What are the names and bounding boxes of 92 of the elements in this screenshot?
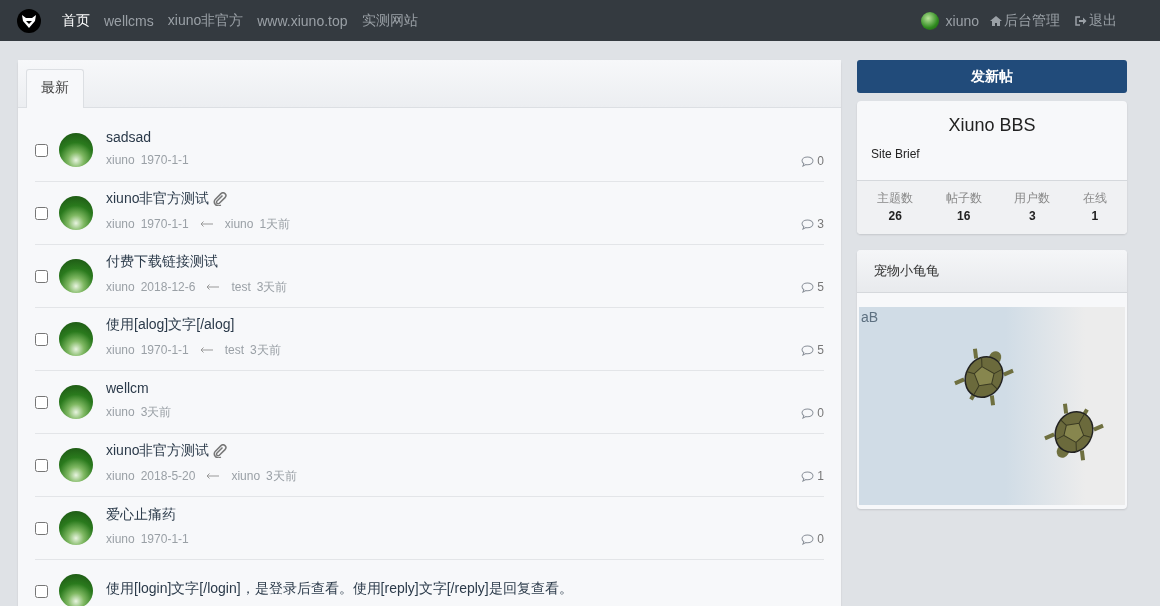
comment-icon <box>801 281 815 293</box>
user-avatar[interactable] <box>920 11 939 30</box>
author-name[interactable]: xiuno <box>106 532 135 546</box>
thread-title[interactable]: 付费下载链接测试 <box>106 252 218 271</box>
nav-link[interactable]: wellcms <box>97 12 161 29</box>
left-arrow-icon <box>206 473 221 479</box>
last-reply-time: 3天前 <box>266 467 297 485</box>
author-name[interactable]: xiuno <box>106 153 135 167</box>
avatar-photo-placeholder[interactable] <box>59 259 93 293</box>
comment-icon <box>801 344 815 356</box>
reply-count: 1 <box>817 469 824 483</box>
new-thread-button[interactable]: 发新帖 <box>857 60 1127 93</box>
post-date: 1970-1-1 <box>140 153 189 167</box>
thread-checkbox[interactable] <box>35 395 48 409</box>
reply-count: 5 <box>817 343 824 357</box>
username-link[interactable]: xiuno <box>938 12 986 29</box>
last-reply-user[interactable]: xiuno <box>231 469 261 483</box>
comment-icon <box>801 470 815 482</box>
turtle-icon <box>952 346 1016 408</box>
author-name[interactable]: xiuno <box>106 217 135 231</box>
avatar-photo-placeholder[interactable] <box>59 511 93 545</box>
nav-link[interactable]: www.xiuno.top <box>250 12 355 29</box>
last-reply-user[interactable]: test <box>231 280 251 294</box>
comment-icon <box>801 218 815 230</box>
author-name[interactable]: xiuno <box>106 405 135 419</box>
turtle-icon <box>1042 401 1106 463</box>
thread-title[interactable]: 爱心止痛药 <box>106 506 176 524</box>
stat-value: 3 <box>1028 209 1036 223</box>
stat-value: 1 <box>1091 209 1099 223</box>
avatar-photo-placeholder[interactable] <box>59 196 93 230</box>
logo-icon[interactable] <box>17 8 41 33</box>
thread-checkbox[interactable] <box>35 206 48 220</box>
comment-icon <box>801 407 815 419</box>
left-arrow-icon <box>199 347 214 353</box>
thread-title[interactable]: sadsad <box>106 129 152 145</box>
thread-checkbox[interactable] <box>35 521 48 535</box>
thread-checkbox[interactable] <box>35 458 48 472</box>
author-name[interactable]: xiuno <box>106 469 135 483</box>
left-arrow-icon <box>206 284 221 290</box>
comment-icon <box>801 533 815 545</box>
avatar-photo-placeholder[interactable] <box>59 448 93 482</box>
stat-label: 在线 <box>1082 190 1107 207</box>
last-reply-user[interactable]: xiuno <box>224 217 254 231</box>
thread-title[interactable]: wellcm <box>106 379 149 396</box>
stat-label: 用户数 <box>1014 190 1051 207</box>
thread-checkbox[interactable] <box>35 143 48 157</box>
reply-count: 5 <box>817 280 824 294</box>
left-arrow-icon <box>199 221 214 227</box>
thread-checkbox[interactable] <box>35 584 48 598</box>
home-icon <box>990 14 1002 27</box>
admin-link[interactable]: 后台管理 <box>1002 11 1071 30</box>
thread-title[interactable]: 使用[alog]文字[/alog] <box>106 315 235 334</box>
nav-link[interactable]: 首页 <box>55 11 97 30</box>
tab[interactable]: 最新 <box>26 69 84 108</box>
post-date: 1970-1-1 <box>140 343 189 357</box>
nav-link[interactable]: 实测网站 <box>354 11 425 30</box>
last-reply-time: 3天前 <box>250 341 281 359</box>
stat-label: 帖子数 <box>945 190 982 207</box>
post-date: 1970-1-1 <box>140 532 189 546</box>
reply-count: 0 <box>817 532 824 546</box>
last-reply-time: 3天前 <box>256 278 288 296</box>
stat-label: 主题数 <box>877 190 914 207</box>
comment-icon <box>801 155 815 167</box>
logout-link[interactable]: 退出 <box>1087 11 1128 30</box>
stat-value: 26 <box>888 209 902 223</box>
avatar-photo-placeholder[interactable] <box>59 322 93 356</box>
reply-count: 3 <box>817 217 824 231</box>
post-date: 2018-5-20 <box>140 469 196 483</box>
post-date: 3天前 <box>140 403 172 421</box>
avatar-photo-placeholder[interactable] <box>59 133 93 167</box>
thread-title[interactable]: 使用[login]文字[/login]，是登录后查看。使用[reply]文字[/reply]是回复查看。 <box>106 580 573 598</box>
avatar-photo-placeholder[interactable] <box>59 574 93 606</box>
logout-icon <box>1075 14 1087 27</box>
thread-checkbox[interactable] <box>35 269 48 283</box>
last-reply-time: 1天前 <box>259 215 291 233</box>
reply-count: 0 <box>817 154 824 168</box>
post-date: 1970-1-1 <box>140 217 189 231</box>
avatar-photo-placeholder[interactable] <box>59 385 93 419</box>
thread-checkbox[interactable] <box>35 332 48 346</box>
thread-title[interactable]: xiuno非官方测试 <box>106 441 210 460</box>
stat-value: 16 <box>957 209 971 223</box>
site-brief: Site Brief <box>871 147 921 161</box>
author-name[interactable]: xiuno <box>106 343 135 357</box>
site-name: Xiuno BBS <box>947 115 1037 136</box>
post-date: 2018-12-6 <box>140 280 196 294</box>
widget-logo-text: aB <box>861 309 879 325</box>
author-name[interactable]: xiuno <box>106 280 135 294</box>
nav-link[interactable]: xiuno非官方 <box>160 11 251 30</box>
widget-title: 宠物小龟龟 <box>874 262 939 280</box>
last-reply-user[interactable]: test <box>224 343 245 357</box>
reply-count: 0 <box>817 406 824 420</box>
thread-title[interactable]: xiuno非官方测试 <box>106 189 210 208</box>
